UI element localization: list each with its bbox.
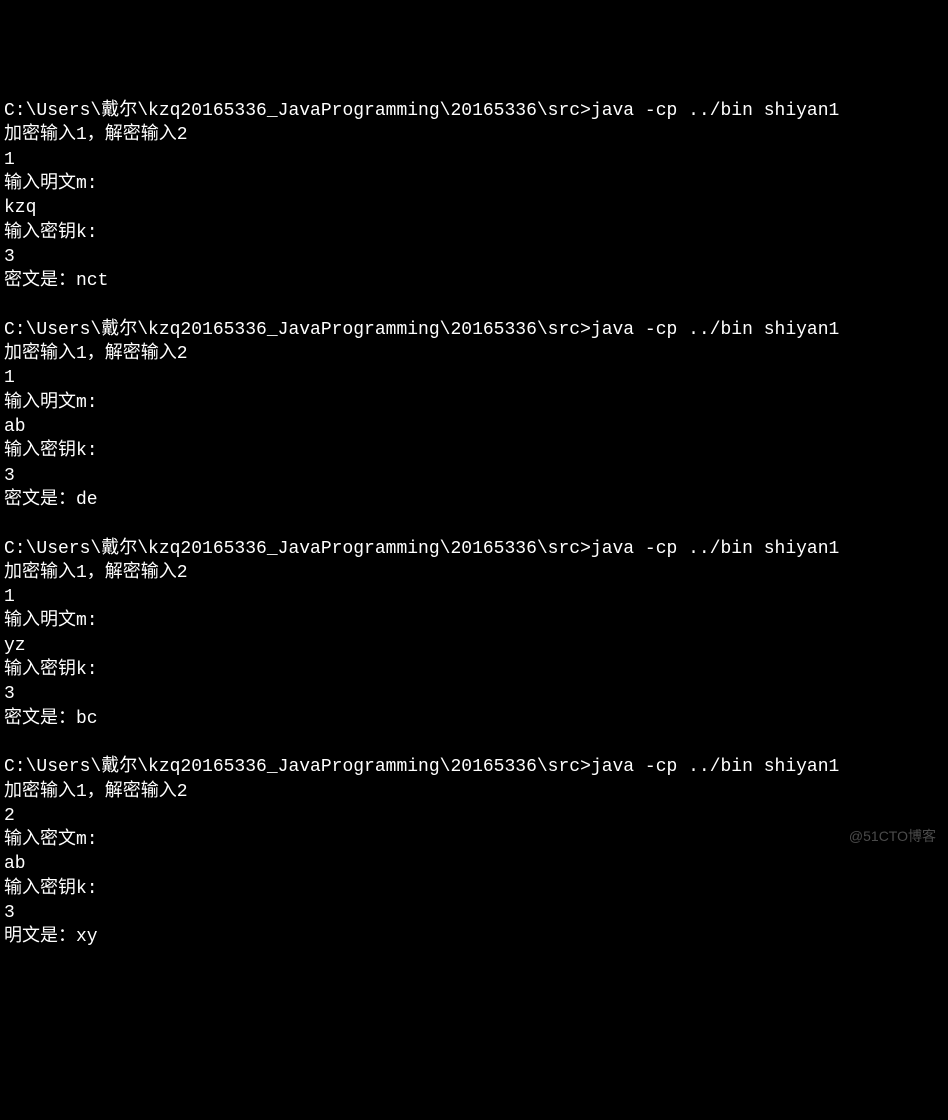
result-line: 密文是：nct — [4, 269, 944, 293]
choice-line: 2 — [4, 804, 944, 828]
input-value-line: kzq — [4, 196, 944, 220]
result-label: 密文是： — [4, 490, 76, 510]
result-line: 密文是：de — [4, 488, 944, 512]
key-value-line: 3 — [4, 245, 944, 269]
result-line: 明文是：xy — [4, 925, 944, 949]
result-value: xy — [76, 927, 98, 947]
blank-line — [4, 731, 944, 755]
menu-line: 加密输入1，解密输入2 — [4, 561, 944, 585]
prompt-line: C:\Users\戴尔\kzq20165336_JavaProgramming\… — [4, 537, 944, 561]
menu-line: 加密输入1，解密输入2 — [4, 342, 944, 366]
input-value-line: ab — [4, 415, 944, 439]
choice-line: 1 — [4, 585, 944, 609]
result-value: nct — [76, 271, 108, 291]
key-label-line: 输入密钥k: — [4, 658, 944, 682]
result-value: de — [76, 490, 98, 510]
menu-line: 加密输入1，解密输入2 — [4, 123, 944, 147]
input-label-line: 输入密文m: — [4, 828, 944, 852]
key-value-line: 3 — [4, 682, 944, 706]
result-label: 密文是： — [4, 709, 76, 729]
choice-line: 1 — [4, 366, 944, 390]
key-value-line: 3 — [4, 464, 944, 488]
key-label-line: 输入密钥k: — [4, 439, 944, 463]
prompt-line: C:\Users\戴尔\kzq20165336_JavaProgramming\… — [4, 755, 944, 779]
input-value-line: ab — [4, 852, 944, 876]
input-label-line: 输入明文m: — [4, 172, 944, 196]
result-label: 明文是： — [4, 927, 76, 947]
key-label-line: 输入密钥k: — [4, 877, 944, 901]
input-value-line: yz — [4, 634, 944, 658]
choice-line: 1 — [4, 148, 944, 172]
terminal-output[interactable]: C:\Users\戴尔\kzq20165336_JavaProgramming\… — [4, 99, 944, 949]
blank-line — [4, 294, 944, 318]
result-line: 密文是：bc — [4, 707, 944, 731]
blank-line — [4, 512, 944, 536]
result-label: 密文是： — [4, 271, 76, 291]
key-value-line: 3 — [4, 901, 944, 925]
watermark: @51CTO博客 — [849, 827, 936, 846]
menu-line: 加密输入1，解密输入2 — [4, 780, 944, 804]
result-value: bc — [76, 709, 98, 729]
prompt-line: C:\Users\戴尔\kzq20165336_JavaProgramming\… — [4, 318, 944, 342]
prompt-line: C:\Users\戴尔\kzq20165336_JavaProgramming\… — [4, 99, 944, 123]
input-label-line: 输入明文m: — [4, 391, 944, 415]
key-label-line: 输入密钥k: — [4, 221, 944, 245]
input-label-line: 输入明文m: — [4, 609, 944, 633]
